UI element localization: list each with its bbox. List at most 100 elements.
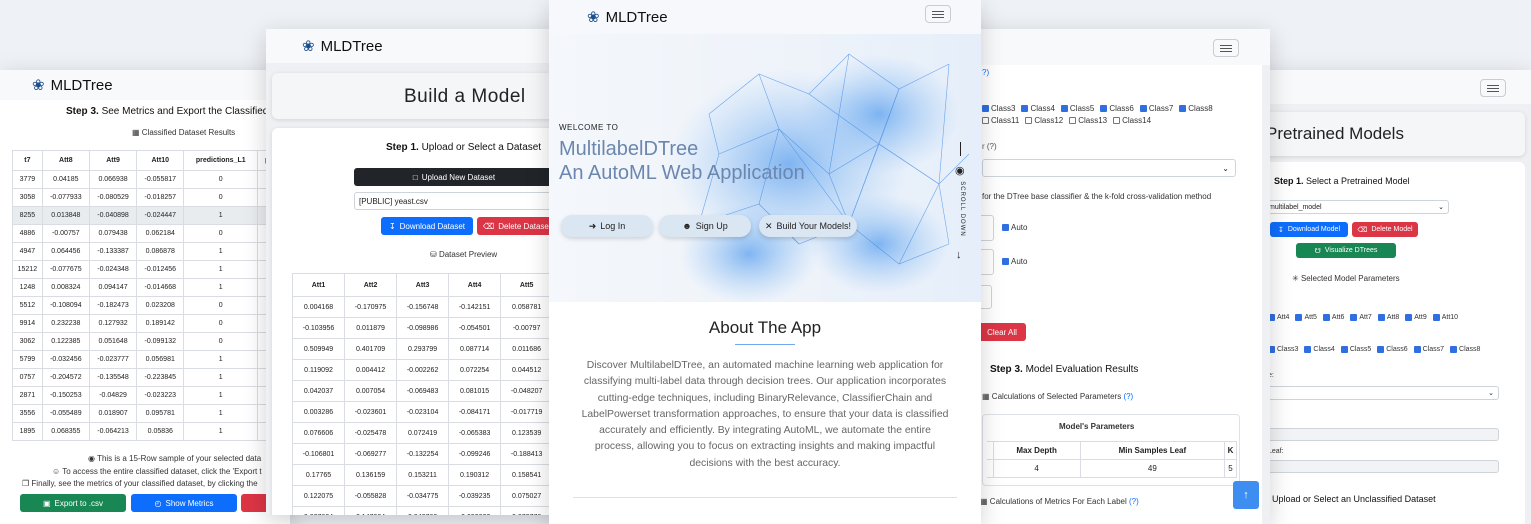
table-cell: 0.004412 (344, 359, 398, 381)
checkbox-option[interactable]: Class6 (1377, 346, 1408, 353)
table-cell: 4 (992, 459, 1081, 478)
navbar: ❀ MLDTree (266, 29, 566, 63)
table-row: 5512-0.108094-0.1824730.02320800 (12, 296, 290, 315)
table-cell: 2871 (12, 386, 43, 405)
checkbox-option[interactable]: Class14 (1113, 116, 1151, 125)
checkbox-option[interactable]: Class11 (982, 116, 1019, 125)
signup-button[interactable]: ☻ Sign Up (659, 215, 751, 237)
checkbox-option[interactable]: Att5 (1295, 314, 1317, 321)
download-dataset-button[interactable]: ↧ Download Dataset (381, 217, 473, 235)
scroll-top-button[interactable]: ↑ (1233, 481, 1259, 509)
params-table-card: Model's Parameters Max Depth Min Samples … (982, 414, 1240, 486)
table-cell: 0.094147 (88, 278, 138, 297)
param-input-1[interactable] (1264, 428, 1499, 441)
file-icon: ▣ (42, 498, 51, 508)
chart-icon: ◴ (154, 498, 162, 508)
checkbox-option[interactable]: Att4 (1268, 314, 1289, 321)
table-cell: -0.023777 (88, 350, 138, 369)
screen-home: ❀ MLDTree WELCOME TO MultilabelDTree An … (549, 0, 981, 524)
auto-checkbox-2[interactable]: Auto (1002, 257, 1027, 266)
table-cell: -0.133387 (88, 242, 138, 261)
trash-icon: ⌫ (482, 221, 495, 231)
table-row: -0.103956 0.011879 -0.098986 -0.054501 -0.00… (291, 317, 566, 339)
table-cell: 0.011879 (344, 317, 398, 339)
table-cell: -0.080529 (88, 188, 138, 207)
menu-toggle-button[interactable] (925, 5, 951, 23)
table-cell: 0.293799 (396, 338, 450, 360)
visualize-dtrees-button[interactable]: ☋ Visualize DTrees (1296, 243, 1396, 258)
classified-table: t7Att8Att9Att10predictions_L1predictic 3… (12, 150, 290, 441)
checkbox-option[interactable]: Att9 (1405, 314, 1427, 321)
upload-dataset-button[interactable]: □ Upload New Dataset (354, 168, 554, 186)
table-cell: 0.153211 (396, 464, 450, 486)
table-cell: -0.188413 (500, 443, 554, 465)
delete-dataset-button[interactable]: ⌫ Delete Dataset (477, 217, 557, 235)
checkbox-option[interactable]: Class4 (1021, 104, 1055, 113)
table-row: 0.0276040.1479040.040762-0.0929320.07377… (291, 506, 566, 515)
param-select[interactable]: ⌄ (1264, 386, 1499, 400)
checkbox-option[interactable]: Class7 (1139, 104, 1173, 113)
hero-title: MultilabelDTree (559, 138, 699, 160)
checkbox-option[interactable]: Class13 (1069, 116, 1107, 125)
checkbox-option[interactable]: Att10 (1432, 314, 1458, 321)
auto-checkbox-1[interactable]: Auto (1002, 223, 1027, 232)
checkbox-option[interactable]: Att7 (1350, 314, 1372, 321)
brand-logo[interactable]: ❀ MLDTree (302, 37, 383, 56)
checkbox-option[interactable]: Class3 (1268, 346, 1298, 353)
table-cell: 3062 (12, 332, 43, 351)
export-note: ☺ To access the entire classified datase… (52, 467, 262, 476)
checkbox-option[interactable]: Att8 (1377, 314, 1399, 321)
checkbox-option[interactable]: Att6 (1322, 314, 1344, 321)
arrow-up-icon: ↑ (1243, 489, 1249, 501)
checkbox-option[interactable]: Class12 (1025, 116, 1063, 125)
table-cell: 0.072254 (448, 359, 502, 381)
model-select[interactable]: multilabel_model ⌄ (1264, 200, 1449, 214)
export-csv-button[interactable]: ▣ Export to .csv (20, 494, 126, 512)
calculator-icon: ▦ (980, 497, 988, 506)
download-model-button[interactable]: ↧ Download Model (1270, 222, 1348, 237)
clear-all-button[interactable]: Clear All (978, 323, 1026, 341)
table-row: 0.076606 -0.025478 0.072419 -0.065383 0.1235… (291, 422, 566, 444)
checkbox-option[interactable]: Class5 (1340, 346, 1371, 353)
build-models-button[interactable]: ✕ Build Your Models! (759, 215, 857, 237)
login-button[interactable]: ➜ Log In (561, 215, 653, 237)
show-metrics-button[interactable]: ◴ Show Metrics (131, 494, 237, 512)
table-cell: -0.018257 (136, 188, 185, 207)
help-link[interactable]: ?) (982, 68, 989, 77)
checkbox-option[interactable]: Class7 (1413, 346, 1444, 353)
class-checkboxes-row2: Class11 Class12 Class13 Class14 (982, 116, 1157, 125)
table-cell: -0.069277 (344, 443, 398, 465)
checkbox-option[interactable]: Class6 (1100, 104, 1134, 113)
navbar: ❀ MLDTree (549, 0, 981, 34)
table-cell: -0.204572 (41, 368, 90, 387)
dataset-select[interactable]: [PUBLIC] yeast.csv (354, 192, 566, 210)
table-cell: 1 (183, 242, 259, 261)
label-r: r (?) (982, 142, 997, 151)
menu-toggle-button[interactable] (1480, 79, 1506, 97)
menu-toggle-button[interactable] (1213, 39, 1239, 57)
param-input-2[interactable] (1264, 460, 1499, 473)
table-cell: -0.069483 (396, 380, 450, 402)
checkbox-option[interactable]: Class8 (1179, 104, 1213, 113)
column-header: Att2 (344, 273, 398, 297)
tree-icon: ☋ (1314, 247, 1321, 255)
classifier-select[interactable]: ⌄ (982, 159, 1236, 177)
checkbox-option[interactable]: Class4 (1304, 346, 1335, 353)
hero-subtitle: An AutoML Web Application (559, 162, 805, 184)
user-plus-icon: ☻ (682, 221, 692, 231)
selected-params-label: ✳ Selected Model Parameters (1292, 274, 1400, 283)
scroll-down-label[interactable]: SCROLL DOWN (959, 174, 965, 244)
column-header: t7 (12, 150, 43, 171)
checkbox-option[interactable]: Class3 (982, 104, 1015, 113)
table-cell: 0.509949 (291, 338, 346, 360)
step1-title: Step 1. Upload or Select a Dataset (386, 142, 542, 153)
checkbox-option[interactable]: Class8 (1450, 346, 1480, 353)
table-cell: 0.079438 (88, 224, 138, 243)
brand-logo[interactable]: ❀ MLDTree (587, 8, 668, 27)
checkbox-option[interactable]: Class5 (1060, 104, 1094, 113)
table-cell: 0757 (12, 368, 43, 387)
delete-model-button[interactable]: ⌫ Delete Model (1352, 222, 1418, 237)
pretrained-card: Step 1. Select a Pretrained Model multil… (1240, 162, 1525, 524)
brand-logo[interactable]: ❀ MLDTree (32, 76, 113, 95)
column-header: Att10 (136, 150, 185, 171)
